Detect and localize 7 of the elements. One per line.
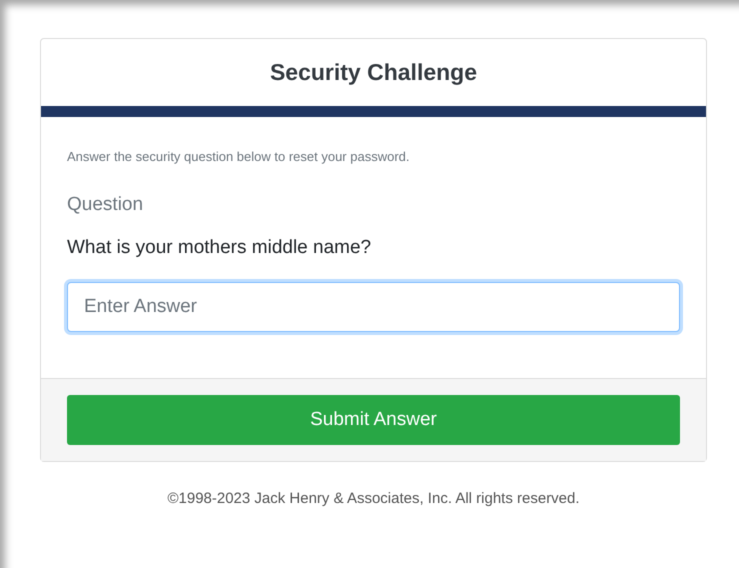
card-title: Security Challenge	[270, 59, 478, 86]
submit-button[interactable]: Submit Answer	[67, 395, 680, 445]
question-text: What is your mothers middle name?	[67, 237, 372, 259]
copyright-text: ©1998-2023 Jack Henry & Associates, Inc. All rights reserved.	[166, 490, 581, 507]
answer-field[interactable]: Enter Answer	[67, 282, 680, 332]
question-label: Question	[67, 194, 144, 216]
instructions-text: Answer the security question below to reset your password.	[67, 149, 411, 164]
